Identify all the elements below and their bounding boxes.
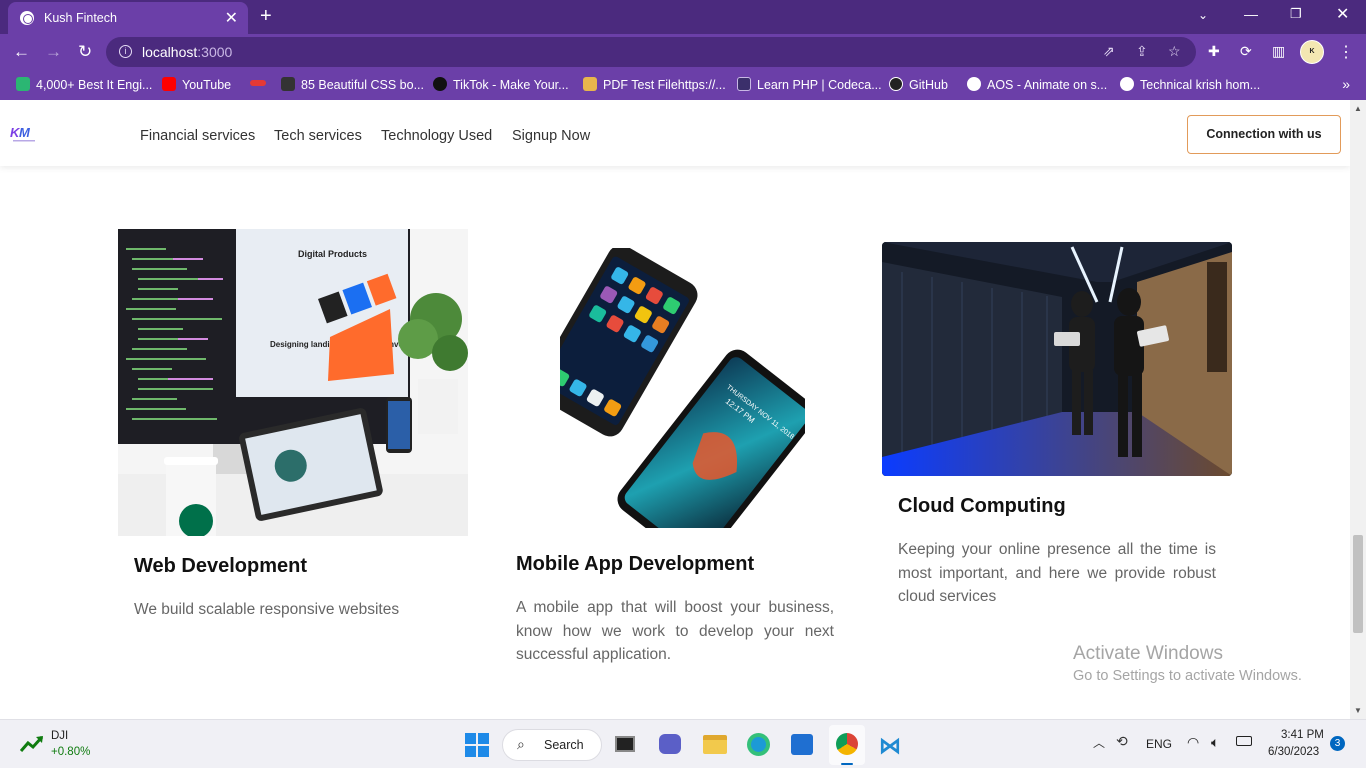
svg-text:M: M — [19, 125, 31, 140]
bookmark-item[interactable]: Learn PHP | Codeca... — [737, 77, 882, 92]
wifi-icon[interactable]: ◠ — [1187, 734, 1199, 751]
stock-name[interactable]: DJI — [51, 730, 68, 742]
share-icon[interactable]: ⇪ — [1136, 43, 1148, 60]
card-title: Web Development — [134, 555, 307, 577]
youtube-icon — [162, 77, 176, 91]
tiktok-icon — [433, 77, 447, 91]
nav-signup-now[interactable]: Signup Now — [512, 128, 590, 144]
reload-icon[interactable]: ↻ — [78, 42, 92, 62]
bookmark-item[interactable] — [250, 77, 272, 91]
sync-icon[interactable]: ⟳ — [1240, 43, 1252, 60]
store-icon[interactable] — [791, 734, 813, 755]
bookmark-star-icon[interactable]: ☆ — [1168, 43, 1181, 60]
bookmark-item[interactable]: Technical krish hom... — [1120, 77, 1260, 92]
card-title: Mobile App Development — [516, 553, 755, 575]
tab-title: Kush Fintech — [44, 11, 117, 25]
nav-technology-used[interactable]: Technology Used — [381, 128, 492, 144]
site-header: K M Financial services Tech services Tec… — [0, 100, 1350, 166]
url-text[interactable]: localhost:3000 — [142, 44, 232, 60]
bookmark-favicon-icon — [16, 77, 30, 91]
bookmark-item[interactable]: YouTube — [162, 77, 231, 92]
more-bookmarks-icon[interactable]: » — [1342, 76, 1350, 92]
bookmark-item[interactable]: GitHub — [889, 77, 948, 92]
image-heading-text: Digital Products — [298, 249, 367, 259]
bookmark-item[interactable]: PDF Test Filehttps://... — [583, 77, 726, 92]
cloud-computing-image — [882, 242, 1232, 476]
vscode-icon[interactable]: ⋈ — [879, 733, 901, 759]
browser-tab[interactable]: Kush Fintech ✕ — [8, 2, 248, 34]
notification-badge[interactable]: 3 — [1330, 736, 1345, 751]
windows-start-icon[interactable] — [465, 733, 489, 757]
clock-time[interactable]: 3:41 PM — [1281, 729, 1324, 741]
bookmark-item[interactable]: 4,000+ Best It Engi... — [16, 77, 152, 92]
chrome-icon — [836, 733, 858, 755]
card-title: Cloud Computing — [898, 495, 1066, 517]
search-icon: ⌕ — [517, 736, 525, 752]
stock-change[interactable]: +0.80% — [51, 746, 90, 758]
site-info-icon[interactable]: i — [119, 45, 132, 58]
page-content: K M Financial services Tech services Tec… — [0, 100, 1350, 719]
close-window-icon[interactable]: ✕ — [1336, 4, 1349, 24]
bookmark-item[interactable]: 85 Beautiful CSS bo... — [281, 77, 424, 92]
tab-search-icon[interactable]: ⌄ — [1198, 8, 1208, 22]
pdf-icon — [583, 77, 597, 91]
scrollbar-thumb[interactable] — [1353, 535, 1363, 633]
active-indicator — [841, 763, 853, 765]
volume-icon[interactable]: 🔈︎ — [1211, 734, 1219, 751]
scroll-up-icon[interactable]: ▲ — [1354, 104, 1362, 113]
bookmark-item[interactable]: TikTok - Make Your... — [433, 77, 569, 92]
nav-financial-services[interactable]: Financial services — [140, 128, 255, 144]
extensions-icon[interactable]: ✚ — [1208, 43, 1220, 60]
connection-button[interactable]: Connection with us — [1187, 115, 1341, 154]
bookmark-favicon-icon — [250, 80, 266, 86]
globe-icon — [1120, 77, 1134, 91]
minimize-icon[interactable]: — — [1244, 6, 1258, 22]
stock-chart-icon[interactable] — [20, 735, 44, 753]
cursor-icon — [281, 77, 295, 91]
company-logo[interactable]: K M — [10, 122, 40, 144]
address-bar[interactable]: i localhost:3000 ⇗ ⇪ ☆ — [106, 37, 1196, 67]
bookmarks-bar: 4,000+ Best It Engi... YouTube 85 Beauti… — [0, 70, 1366, 100]
nav-tech-services[interactable]: Tech services — [274, 128, 362, 144]
file-explorer-icon[interactable] — [703, 735, 727, 754]
chrome-taskbar-button[interactable] — [829, 725, 865, 765]
clock-date[interactable]: 6/30/2023 — [1268, 746, 1319, 758]
scroll-down-icon[interactable]: ▼ — [1354, 706, 1362, 715]
back-icon[interactable]: ← — [13, 42, 30, 62]
menu-icon[interactable]: ⋮ — [1338, 42, 1354, 62]
battery-icon[interactable] — [1236, 736, 1252, 746]
taskbar-search[interactable]: ⌕ Search — [502, 729, 602, 761]
github-icon — [889, 77, 903, 91]
web-development-image: Digital Products Designing landing pages… — [118, 229, 468, 536]
new-tab-button[interactable]: + — [260, 5, 272, 28]
tab-strip: Kush Fintech ✕ + ⌄ — ❐ ✕ — [0, 0, 1366, 34]
language-indicator[interactable]: ENG — [1146, 737, 1172, 751]
edge-icon[interactable] — [747, 733, 770, 756]
activate-windows-subtitle: Go to Settings to activate Windows. — [1073, 668, 1302, 684]
page-scrollbar[interactable]: ▲ ▼ — [1350, 100, 1366, 719]
card-description: Keeping your online presence all the tim… — [898, 541, 1216, 605]
bookmark-item[interactable]: AOS - Animate on s... — [967, 77, 1107, 92]
task-view-icon[interactable] — [615, 736, 635, 752]
show-hidden-icons[interactable]: ︿ — [1093, 734, 1105, 751]
card-description: We build scalable responsive websites — [134, 601, 400, 618]
side-panel-icon[interactable]: ▥ — [1272, 43, 1285, 60]
onedrive-sync-icon[interactable]: ⟲ — [1116, 733, 1128, 750]
mobile-app-image: THURSDAY NOV 11, 2018 12:17 PM — [560, 248, 805, 528]
teams-icon[interactable] — [659, 734, 681, 754]
search-label: Search — [544, 738, 584, 752]
globe-icon — [967, 77, 981, 91]
toolbar: ← → ↻ i localhost:3000 ⇗ ⇪ ☆ ✚ ⟳ ▥ K TEC… — [0, 34, 1366, 77]
windows-taskbar: DJI +0.80% ⌕ Search ⋈ ︿ ⟲ ENG ◠ 🔈︎ 3:41 … — [0, 719, 1366, 768]
codecademy-icon — [737, 77, 751, 91]
profile-avatar[interactable]: K TECHNICAL — [1300, 40, 1341, 77]
activate-windows-title: Activate Windows — [1073, 643, 1223, 664]
card-description: A mobile app that will boost your busine… — [516, 599, 834, 663]
close-tab-icon[interactable]: ✕ — [225, 8, 238, 28]
open-in-app-icon[interactable]: ⇗ — [1103, 43, 1115, 60]
restore-icon[interactable]: ❐ — [1290, 6, 1302, 22]
forward-icon[interactable]: → — [45, 42, 62, 62]
globe-icon — [20, 11, 34, 25]
